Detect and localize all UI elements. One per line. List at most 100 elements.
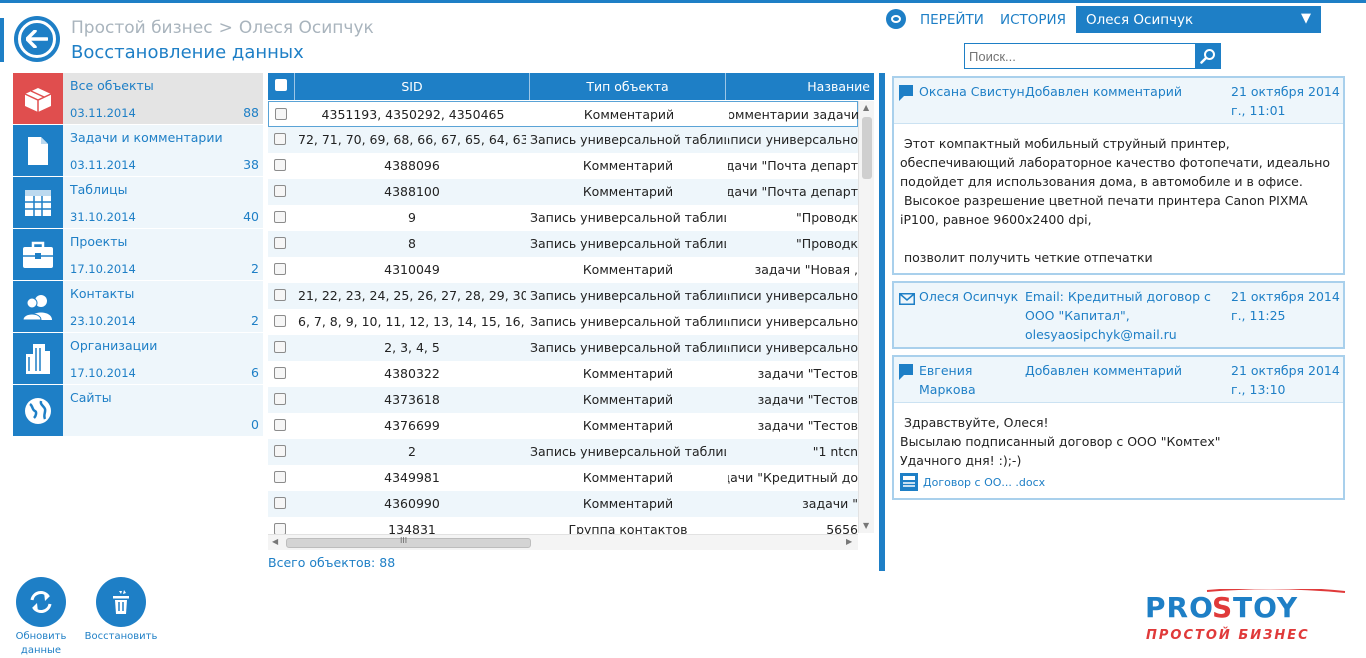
- row-checkbox[interactable]: [274, 315, 286, 327]
- table-row[interactable]: 4388096 Комментарий задачи "Почта департ: [268, 153, 858, 179]
- row-checkbox[interactable]: [275, 108, 287, 120]
- restore-label: Восстановить: [84, 631, 158, 642]
- row-checkbox[interactable]: [274, 445, 286, 457]
- scrollbar-thumb[interactable]: [862, 117, 872, 179]
- cell-name: "Проводк: [728, 231, 858, 257]
- category-organizations[interactable]: Организации 17.10.2014 6: [13, 333, 263, 384]
- table-row[interactable]: 6, 7, 8, 9, 10, 11, 12, 13, 14, 15, 16, …: [268, 309, 858, 335]
- feed-card[interactable]: Оксана Свистун Добавлен комментарий 21 о…: [892, 76, 1345, 275]
- category-date: 31.10.2014: [70, 210, 136, 224]
- row-checkbox-cell: [274, 310, 294, 336]
- page-title: Восстановление данных: [71, 42, 304, 63]
- table-row[interactable]: 4376699 Комментарий задачи "Тестов: [268, 413, 858, 439]
- svg-text:PRO: PRO: [1145, 591, 1214, 624]
- scrollbar-grip: III: [400, 536, 408, 545]
- cell-type: Запись универсальной таблицы: [530, 132, 726, 147]
- table-row[interactable]: 4373618 Комментарий задачи "Тестов: [268, 387, 858, 413]
- row-checkbox[interactable]: [274, 289, 286, 301]
- row-checkbox[interactable]: [274, 341, 286, 353]
- cell-name-text: записи универсально: [728, 288, 858, 303]
- cell-name: задачи "Почта департ: [728, 179, 858, 205]
- scroll-up-icon[interactable]: ▲: [863, 103, 869, 112]
- chat-bubble-icon[interactable]: [886, 9, 906, 29]
- column-header-sid[interactable]: SID: [295, 73, 530, 100]
- select-all-cell: [268, 73, 295, 100]
- row-checkbox[interactable]: [274, 393, 286, 405]
- table-row[interactable]: 8 Запись универсальной таблицы "Проводк: [268, 231, 858, 257]
- category-projects[interactable]: Проекты 17.10.2014 2: [13, 229, 263, 280]
- nav-history-link[interactable]: ИСТОРИЯ: [1000, 12, 1066, 28]
- feed-action[interactable]: Email: Кредитный договор с ООО "Капитал"…: [1025, 287, 1225, 344]
- table-row[interactable]: 2, 3, 4, 5 Запись универсальной таблицы за…: [268, 335, 858, 361]
- row-checkbox[interactable]: [274, 211, 286, 223]
- cell-type: Комментарий: [582, 470, 674, 485]
- breadcrumb-item[interactable]: Простой бизнес: [71, 18, 213, 38]
- row-checkbox-cell: [274, 440, 294, 466]
- feed-author[interactable]: Олеся Осипчук: [919, 287, 1018, 306]
- table-row[interactable]: 4349981 Комментарий задачи "Кредитный до: [268, 465, 858, 491]
- table-row[interactable]: 4380322 Комментарий задачи "Тестов: [268, 361, 858, 387]
- feed-card[interactable]: Евгения Маркова Добавлен комментарий 21 …: [892, 355, 1345, 500]
- column-header-type[interactable]: Тип объекта: [530, 73, 726, 100]
- category-sites[interactable]: Сайты 0: [13, 385, 263, 436]
- search-input[interactable]: [965, 44, 1190, 68]
- feed-card[interactable]: Олеся Осипчук Email: Кредитный договор с…: [892, 281, 1345, 349]
- building-icon: [13, 333, 63, 384]
- row-checkbox-cell: [274, 128, 294, 154]
- table-row[interactable]: 4351193, 4350292, 4350465 Комментарий комм…: [268, 101, 859, 127]
- category-name: Сайты: [70, 390, 112, 405]
- row-checkbox[interactable]: [274, 367, 286, 379]
- cell-name: задачи "Тестов: [728, 361, 858, 387]
- table-row[interactable]: 4310049 Комментарий задачи "Новая ,: [268, 257, 858, 283]
- objects-grid: SID Тип объекта Название 4351193, 435029…: [268, 73, 874, 551]
- category-tasks-comments[interactable]: Задачи и комментарии 03.11.2014 38: [13, 125, 263, 176]
- scroll-right-icon[interactable]: ▶: [846, 537, 852, 546]
- scroll-left-icon[interactable]: ◀: [272, 537, 278, 546]
- feed-timestamp: 21 октября 2014 г., 11:25: [1231, 289, 1340, 323]
- grid-header: SID Тип объекта Название: [268, 73, 874, 100]
- attachment-name[interactable]: Договор с ОО... .docx: [923, 476, 1045, 489]
- vertical-scrollbar[interactable]: ▲ ▼: [858, 101, 874, 533]
- row-checkbox[interactable]: [274, 237, 286, 249]
- category-all-objects[interactable]: Все объекты 03.11.2014 88: [13, 73, 263, 124]
- user-dropdown[interactable]: Олеся Осипчук ▼: [1076, 6, 1321, 33]
- table-row[interactable]: 72, 71, 70, 69, 68, 66, 67, 65, 64, 63, …: [268, 127, 858, 153]
- category-date: 03.11.2014: [70, 158, 136, 172]
- search-button[interactable]: [1195, 43, 1221, 69]
- scroll-down-icon[interactable]: ▼: [863, 521, 869, 530]
- refresh-button[interactable]: [16, 577, 66, 627]
- horizontal-scrollbar[interactable]: ◀ III ▶: [268, 534, 858, 550]
- cell-sid: 8: [408, 236, 416, 251]
- table-row[interactable]: 9 Запись универсальной таблицы "Проводк: [268, 205, 858, 231]
- row-checkbox[interactable]: [274, 497, 286, 509]
- row-checkbox[interactable]: [274, 471, 286, 483]
- select-all-checkbox[interactable]: [275, 79, 287, 91]
- breadcrumb-item[interactable]: Олеся Осипчук: [239, 18, 374, 38]
- scrollbar-thumb[interactable]: III: [286, 536, 531, 548]
- feed-author[interactable]: Оксана Свистун: [919, 82, 1025, 101]
- row-checkbox[interactable]: [274, 159, 286, 171]
- back-button[interactable]: [14, 16, 60, 62]
- cell-type: Комментарий: [583, 107, 675, 122]
- feed-action: Добавлен комментарий: [1025, 363, 1183, 378]
- restore-button[interactable]: [96, 577, 146, 627]
- cell-name-text: записи универсально: [728, 314, 858, 329]
- nav-go-link[interactable]: ПЕРЕЙТИ: [920, 12, 984, 28]
- table-row[interactable]: 4388100 Комментарий задачи "Почта департ: [268, 179, 858, 205]
- category-contacts[interactable]: Контакты 23.10.2014 2: [13, 281, 263, 332]
- feed-attachment[interactable]: Договор с ОО... .docx: [894, 472, 1343, 498]
- row-checkbox[interactable]: [274, 185, 286, 197]
- table-row[interactable]: 4360990 Комментарий задачи ": [268, 491, 858, 517]
- table-row[interactable]: 2 Запись универсальной таблицы "1 ntcn: [268, 439, 858, 465]
- people-icon: [13, 281, 63, 332]
- row-checkbox[interactable]: [274, 133, 286, 145]
- category-tables[interactable]: Таблицы 31.10.2014 40: [13, 177, 263, 228]
- table-row[interactable]: 21, 22, 23, 24, 25, 26, 27, 28, 29, 30, …: [268, 283, 858, 309]
- column-header-name[interactable]: Название: [726, 73, 874, 100]
- row-checkbox[interactable]: [274, 263, 286, 275]
- feed-author[interactable]: Евгения Маркова: [919, 361, 1019, 399]
- cell-name: задачи "Тестов: [728, 413, 858, 439]
- breadcrumb: Простой бизнес > Олеся Осипчук: [71, 18, 374, 38]
- row-checkbox-cell: [274, 492, 294, 518]
- row-checkbox[interactable]: [274, 419, 286, 431]
